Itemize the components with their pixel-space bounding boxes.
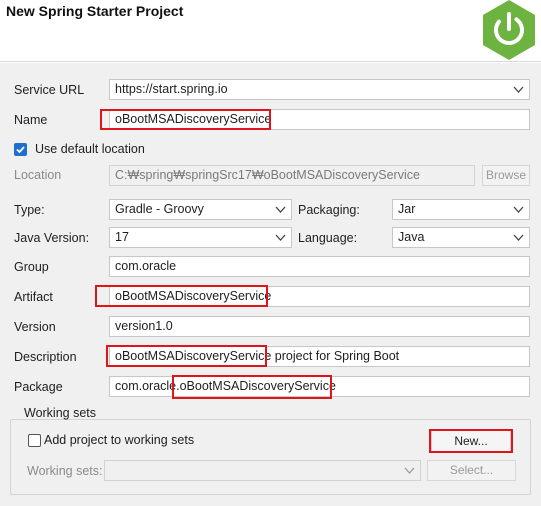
name-highlight <box>100 109 271 130</box>
select-working-sets-button: Select... <box>427 460 516 481</box>
type-value: Gradle - Groovy <box>115 202 204 216</box>
artifact-highlight <box>95 285 268 307</box>
version-label: Version <box>14 320 56 334</box>
java-version-combo[interactable]: 17 <box>109 227 292 248</box>
type-combo[interactable]: Gradle - Groovy <box>109 199 292 220</box>
add-to-working-sets-label: Add project to working sets <box>44 433 195 447</box>
chevron-down-icon <box>404 467 415 474</box>
packaging-combo[interactable]: Jar <box>392 199 530 220</box>
location-label: Location <box>14 168 62 182</box>
add-to-working-sets-checkbox[interactable] <box>28 434 41 447</box>
type-label: Type: <box>14 203 45 217</box>
java-version-label: Java Version: <box>14 231 90 245</box>
service-url-combo[interactable]: https://start.spring.io <box>109 79 530 100</box>
working-sets-combo-label: Working sets: <box>27 464 103 478</box>
working-sets-combo <box>104 460 421 481</box>
version-input[interactable]: version1.0 <box>109 316 530 337</box>
version-value: version1.0 <box>115 319 173 333</box>
location-input: C:₩spring₩springSrc17₩oBootMSADiscoveryS… <box>109 165 475 186</box>
use-default-location-checkbox[interactable] <box>14 143 27 156</box>
group-label: Group <box>14 260 49 274</box>
language-value: Java <box>398 230 425 244</box>
dialog-title: New Spring Starter Project <box>6 3 184 19</box>
package-value-prefix: com.oracle. <box>115 379 180 393</box>
checkmark-icon <box>16 146 25 154</box>
java-version-value: 17 <box>115 230 129 244</box>
location-value: C:₩spring₩springSrc17₩oBootMSADiscoveryS… <box>115 168 420 182</box>
use-default-location-label: Use default location <box>35 142 145 156</box>
description-value-rest: project for Spring Boot <box>271 349 400 363</box>
package-highlight <box>172 375 332 399</box>
artifact-label: Artifact <box>14 290 53 304</box>
packaging-value: Jar <box>398 202 416 216</box>
language-combo[interactable]: Java <box>392 227 530 248</box>
package-label: Package <box>14 380 63 394</box>
description-highlight <box>106 345 267 367</box>
chevron-down-icon <box>275 234 286 241</box>
dialog-header: New Spring Starter Project <box>0 0 541 62</box>
chevron-down-icon <box>513 234 524 241</box>
spring-power-icon <box>483 0 535 60</box>
language-label: Language: <box>298 231 358 245</box>
chevron-down-icon <box>513 206 524 213</box>
name-label: Name <box>14 113 48 127</box>
group-value: com.oracle <box>115 259 177 273</box>
chevron-down-icon <box>513 86 524 93</box>
new-button-highlight <box>429 429 513 453</box>
packaging-label: Packaging: <box>298 203 360 217</box>
service-url-value: https://start.spring.io <box>115 82 228 96</box>
group-input[interactable]: com.oracle <box>109 256 530 277</box>
service-url-label: Service URL <box>14 83 85 97</box>
chevron-down-icon <box>275 206 286 213</box>
browse-button: Browse <box>482 165 530 186</box>
description-label: Description <box>14 350 77 364</box>
working-sets-title: Working sets <box>24 406 97 420</box>
